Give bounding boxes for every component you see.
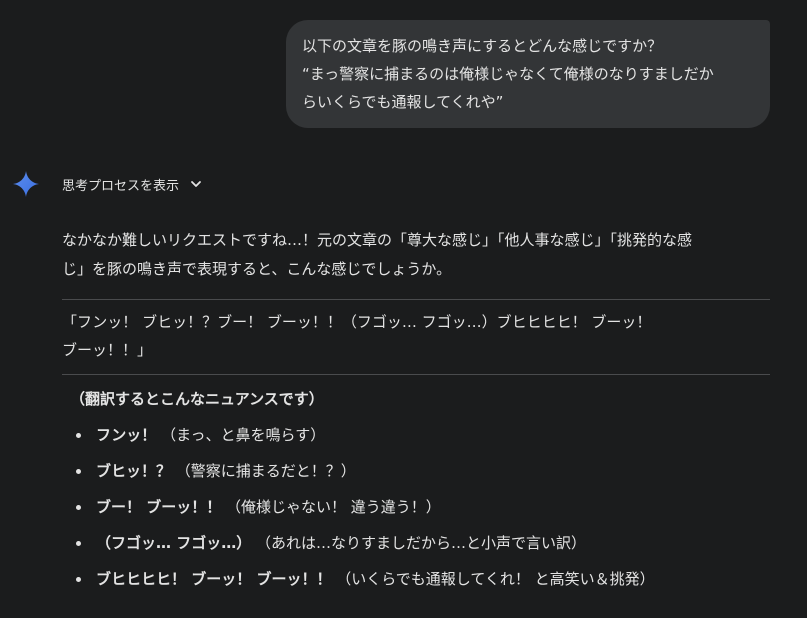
sound-meaning: （俺様じゃない！ 違う違う！） bbox=[226, 498, 441, 516]
user-message-line: らいくらでも通報してくれや” bbox=[302, 93, 504, 111]
user-message-line: “まっ警察に捕まるのは俺様じゃなくて俺様のなりすましだか bbox=[302, 65, 714, 83]
show-thinking-label: 思考プロセスを表示 bbox=[62, 178, 180, 194]
list-item: フンッ！ （まっ、と鼻を鳴らす） bbox=[76, 417, 770, 453]
pig-sound: （フゴッ… フゴッ…） bbox=[96, 534, 252, 552]
list-item: ブヒッ！？ （警察に捕まるだと！？） bbox=[76, 453, 770, 489]
pig-sound: ブヒヒヒヒ！ ブーッ！ ブーッ！！ bbox=[96, 570, 332, 588]
list-item: （フゴッ… フゴッ…） （あれは…なりすましだから…と小声で言い訳） bbox=[76, 525, 770, 561]
pig-sound: ブー！ ブーッ！！ bbox=[96, 498, 222, 516]
divider bbox=[62, 374, 770, 375]
sound-meaning: （あれは…なりすましだから…と小声で言い訳） bbox=[256, 534, 587, 552]
chevron-down-icon bbox=[191, 181, 201, 187]
intro-line: じ」を豚の鳴き声で表現すると、こんな感じでしょうか。 bbox=[62, 260, 452, 278]
nuance-list: フンッ！ （まっ、と鼻を鳴らす） ブヒッ！？ （警察に捕まるだと！？） ブー！ … bbox=[62, 417, 770, 597]
pig-sound: ブヒッ！？ bbox=[96, 462, 172, 480]
user-message-line: 以下の文章を豚の鳴き声にするとどんな感じですか？ bbox=[302, 37, 663, 55]
pig-quote-line: 「フンッ！ ブヒッ！？ブー！ ブーッ！！（フゴッ… フゴッ…）ブヒヒヒヒ！ ブー… bbox=[62, 313, 652, 331]
gemini-sparkle-icon bbox=[13, 171, 39, 197]
intro-line: なかなか難しいリクエストですね…！元の文章の「尊大な感じ」「他人事な感じ」「挑発… bbox=[62, 231, 693, 249]
user-message-bubble: 以下の文章を豚の鳴き声にするとどんな感じですか？ “まっ警察に捕まるのは俺様じゃ… bbox=[286, 20, 770, 128]
list-item: ブヒヒヒヒ！ ブーッ！ ブーッ！！ （いくらでも通報してくれ！ と高笑い＆挑発） bbox=[76, 561, 770, 597]
sound-meaning: （警察に捕まるだと！？） bbox=[175, 462, 356, 480]
show-thinking-toggle[interactable]: 思考プロセスを表示 bbox=[62, 172, 203, 196]
sound-meaning: （いくらでも通報してくれ！ と高笑い＆挑発） bbox=[336, 570, 655, 588]
assistant-response: なかなか難しいリクエストですね…！元の文章の「尊大な感じ」「他人事な感じ」「挑発… bbox=[62, 226, 770, 597]
pig-quote-line: ブーッ！！」 bbox=[62, 341, 153, 359]
pig-quote: 「フンッ！ ブヒッ！？ブー！ ブーッ！！（フゴッ… フゴッ…）ブヒヒヒヒ！ ブー… bbox=[62, 300, 770, 374]
pig-sound: フンッ！ bbox=[96, 426, 157, 444]
sound-meaning: （まっ、と鼻を鳴らす） bbox=[161, 426, 326, 444]
list-item: ブー！ ブーッ！！ （俺様じゃない！ 違う違う！） bbox=[76, 489, 770, 525]
translation-heading: （翻訳するとこんなニュアンスです） bbox=[70, 390, 324, 408]
